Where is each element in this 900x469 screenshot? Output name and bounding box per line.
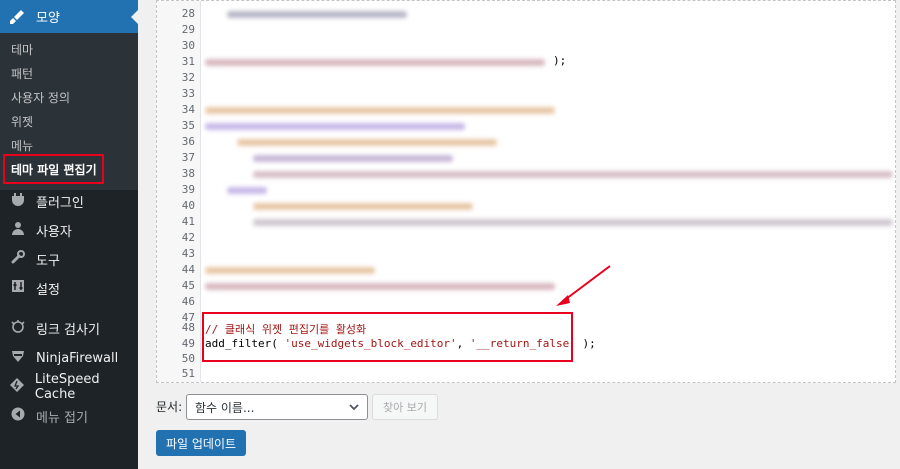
wrench-icon <box>8 250 28 268</box>
obscured-code <box>205 283 555 290</box>
submenu-item-themes[interactable]: 테마 <box>11 41 33 58</box>
menu-settings-label: 설정 <box>36 282 60 298</box>
line-number: 30 <box>181 39 195 52</box>
menu-link-checker[interactable]: 링크 검사기 <box>0 314 138 342</box>
line-number: 48 <box>181 321 195 334</box>
paintbrush-icon <box>8 8 26 26</box>
annotation-arrow-icon <box>556 265 611 306</box>
obscured-code <box>237 139 497 146</box>
obscured-code <box>205 267 375 274</box>
menu-users-label: 사용자 <box>36 224 72 240</box>
current-menu-arrow <box>131 10 138 24</box>
obscured-code <box>227 11 407 18</box>
line-number: 32 <box>181 71 195 84</box>
line-number: 33 <box>181 87 195 100</box>
line-number: 42 <box>181 231 195 244</box>
obscured-code <box>253 171 893 178</box>
menu-users[interactable]: 사용자 <box>0 216 138 244</box>
annotation-highlight-box <box>3 154 104 184</box>
line-number: 36 <box>181 135 195 148</box>
code-end: ); <box>575 337 596 350</box>
chevron-down-icon <box>348 399 360 418</box>
menu-plugins[interactable]: 플러그인 <box>0 187 138 215</box>
line-number: 51 <box>181 367 195 380</box>
function-name-select-value: 함수 이름... <box>195 400 255 415</box>
line-number: 28 <box>181 7 195 20</box>
menu-appearance[interactable]: 모양 <box>0 0 138 33</box>
obscured-code <box>253 155 453 162</box>
annotation-code-highlight-box <box>202 312 573 362</box>
obscured-code <box>227 187 267 194</box>
line-number: 29 <box>181 23 195 36</box>
menu-ninjafirewall[interactable]: NinjaFirewall <box>0 344 138 372</box>
menu-tools-label: 도구 <box>36 253 60 269</box>
obscured-code <box>205 107 555 114</box>
menu-tools[interactable]: 도구 <box>0 245 138 273</box>
line-number: 41 <box>181 215 195 228</box>
menu-litespeed-cache[interactable]: LiteSpeed Cache <box>0 372 138 402</box>
line-number: 34 <box>181 103 195 116</box>
admin-sidebar: 모양 테마 패턴 사용자 정의 위젯 메뉴 테마 파일 편집기 플러그인 사용자… <box>0 0 138 469</box>
collapse-icon <box>8 407 28 425</box>
line-number: 44 <box>181 263 195 276</box>
menu-settings[interactable]: 설정 <box>0 274 138 302</box>
obscured-code <box>205 59 545 66</box>
line-number: 50 <box>181 352 195 365</box>
lookup-button[interactable]: 찾아 보기 <box>372 394 438 420</box>
line-number: 49 <box>181 337 195 350</box>
menu-plugins-label: 플러그인 <box>36 195 84 211</box>
code-line-31-tail: ); <box>553 54 567 67</box>
menu-litespeed-cache-label: LiteSpeed Cache <box>34 372 100 402</box>
user-icon <box>8 221 28 239</box>
line-number: 37 <box>181 151 195 164</box>
obscured-code <box>205 123 465 130</box>
settings-icon <box>8 279 28 297</box>
line-number: 46 <box>181 295 195 308</box>
update-file-button[interactable]: 파일 업데이트 <box>156 430 246 456</box>
line-number: 38 <box>181 167 195 180</box>
obscured-code <box>253 203 473 210</box>
function-name-select[interactable]: 함수 이름... <box>186 394 368 420</box>
submenu-item-widgets[interactable]: 위젯 <box>11 113 33 130</box>
litespeed-icon <box>8 378 27 396</box>
plugin-icon <box>8 192 28 210</box>
menu-ninjafirewall-label: NinjaFirewall <box>36 350 119 366</box>
link-checker-icon <box>8 319 28 337</box>
ninja-icon <box>8 349 28 367</box>
line-number: 40 <box>181 199 195 212</box>
menu-collapse-label: 메뉴 접기 <box>36 410 88 426</box>
main-content: 28 29 30 31 32 33 34 35 36 37 38 39 40 4… <box>138 0 900 469</box>
menu-collapse[interactable]: 메뉴 접기 <box>0 402 138 430</box>
menu-link-checker-label: 링크 검사기 <box>36 322 100 338</box>
submenu-item-customize[interactable]: 사용자 정의 <box>11 89 70 106</box>
line-number: 39 <box>181 183 195 196</box>
line-number: 35 <box>181 119 195 132</box>
submenu-item-patterns[interactable]: 패턴 <box>11 65 33 82</box>
line-number: 45 <box>181 279 195 292</box>
menu-appearance-label: 모양 <box>36 11 60 26</box>
submenu-item-menus[interactable]: 메뉴 <box>11 137 33 154</box>
line-number-gutter: 28 29 30 31 32 33 34 35 36 37 38 39 40 4… <box>157 1 201 382</box>
line-number: 43 <box>181 247 195 260</box>
obscured-code <box>253 219 893 226</box>
code-editor[interactable]: 28 29 30 31 32 33 34 35 36 37 38 39 40 4… <box>156 0 896 383</box>
documentation-label: 문서: <box>156 400 183 414</box>
line-number: 31 <box>181 55 195 68</box>
